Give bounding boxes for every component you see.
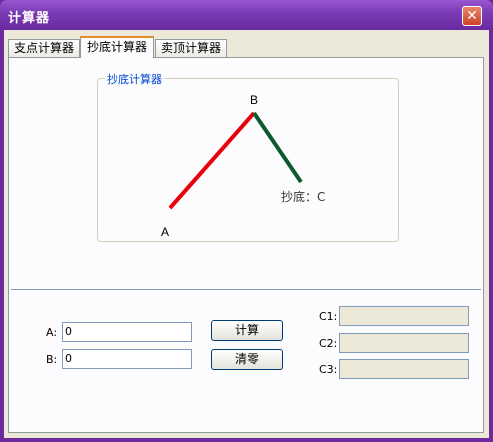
bottom-diagram: A B 抄底：C <box>161 93 325 239</box>
output-c1-label: C1: <box>319 310 338 323</box>
section-divider <box>11 289 481 290</box>
calculator-window: 计算器 ✕ 支点计算器 抄底计算器 卖顶计算器 抄底计算器 A B 抄底：C A… <box>0 0 493 442</box>
output-c2-label: C2: <box>319 337 338 350</box>
input-b-label: B: <box>46 353 58 366</box>
output-c3-label: C3: <box>319 363 338 376</box>
point-c-label: 抄底：C <box>281 189 325 204</box>
title-bar[interactable]: 计算器 ✕ <box>0 0 493 30</box>
tab-pivot-calculator[interactable]: 支点计算器 <box>8 39 80 57</box>
tab-panel: 抄底计算器 A B 抄底：C A: 0 B: 0 计算 清零 C1: C2: C… <box>8 57 484 433</box>
fall-line-b-c <box>252 111 303 184</box>
calculate-button[interactable]: 计算 <box>211 320 283 341</box>
window-title: 计算器 <box>8 11 51 26</box>
tab-bottom-calculator[interactable]: 抄底计算器 <box>80 36 154 58</box>
rise-line-a-b <box>168 111 256 210</box>
point-a-label: A <box>161 225 169 239</box>
close-button[interactable]: ✕ <box>462 6 482 26</box>
output-c1-field[interactable] <box>339 306 469 326</box>
point-b-label: B <box>250 93 258 107</box>
input-b-field[interactable]: 0 <box>62 349 192 369</box>
input-a-field[interactable]: 0 <box>62 322 192 342</box>
tab-top-calculator[interactable]: 卖顶计算器 <box>155 39 227 57</box>
clear-button[interactable]: 清零 <box>211 349 283 370</box>
client-area: 支点计算器 抄底计算器 卖顶计算器 抄底计算器 A B 抄底：C A: 0 B:… <box>4 30 489 438</box>
output-c3-field[interactable] <box>339 359 469 379</box>
output-c2-field[interactable] <box>339 333 469 353</box>
input-a-label: A: <box>46 326 58 339</box>
